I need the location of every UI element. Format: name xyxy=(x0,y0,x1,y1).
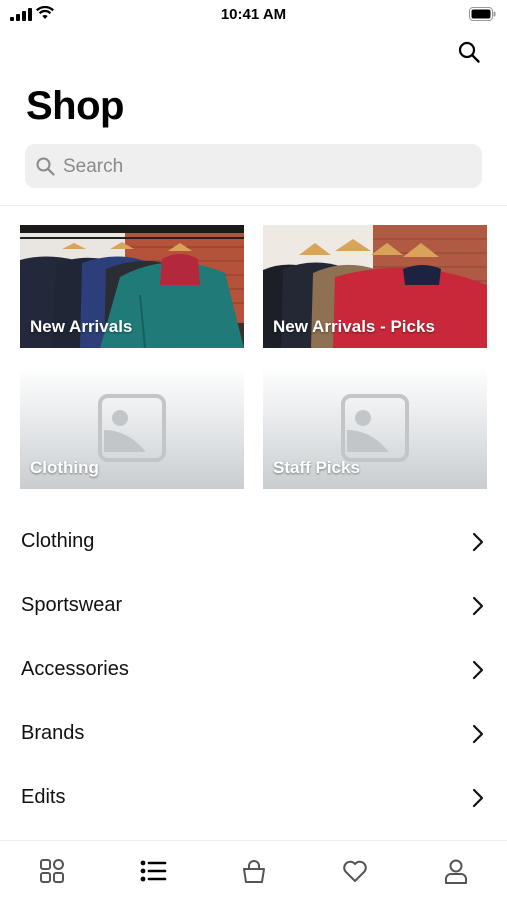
category-item-sportswear[interactable]: Sportswear xyxy=(0,574,507,638)
tile-label: Staff Picks xyxy=(273,458,360,477)
list-icon xyxy=(140,860,167,882)
search-placeholder: Search xyxy=(63,156,124,177)
category-label: Accessories xyxy=(21,658,129,680)
search-button[interactable] xyxy=(457,40,481,64)
tile-label: New Arrivals xyxy=(30,317,133,336)
chevron-right-icon xyxy=(472,660,484,680)
category-label: Sportswear xyxy=(21,594,123,616)
status-time: 10:41 AM xyxy=(220,6,287,23)
tab-favourites[interactable] xyxy=(341,857,369,885)
category-list: Clothing Sportswear Accessories Brands E… xyxy=(0,510,507,830)
category-label: Clothing xyxy=(21,530,95,552)
chevron-right-icon xyxy=(472,724,484,744)
tab-shop[interactable] xyxy=(139,857,167,885)
category-item-edits[interactable]: Edits xyxy=(0,766,507,830)
image-placeholder-icon xyxy=(341,394,409,462)
tab-bag[interactable] xyxy=(240,857,268,885)
tile-staff-picks[interactable]: Staff Picks xyxy=(263,366,487,489)
category-label: Brands xyxy=(21,722,85,744)
category-item-accessories[interactable]: Accessories xyxy=(0,638,507,702)
heart-icon xyxy=(343,860,367,882)
category-item-brands[interactable]: Brands xyxy=(0,702,507,766)
chevron-right-icon xyxy=(472,532,484,552)
search-icon xyxy=(36,157,55,176)
search-input[interactable]: Search xyxy=(25,144,482,188)
tile-label: New Arrivals - Picks xyxy=(273,317,435,336)
chevron-right-icon xyxy=(472,596,484,616)
tile-new-arrivals[interactable]: New Arrivals xyxy=(20,225,244,348)
chevron-right-icon xyxy=(472,788,484,808)
divider xyxy=(0,205,507,206)
image-placeholder-icon xyxy=(98,394,166,462)
tab-home[interactable] xyxy=(38,857,66,885)
tab-bar xyxy=(0,840,507,900)
status-bar: 10:41 AM xyxy=(0,0,507,30)
search-icon xyxy=(458,41,480,63)
profile-icon xyxy=(445,859,467,884)
category-item-clothing[interactable]: Clothing xyxy=(0,510,507,574)
page-title: Shop xyxy=(26,84,124,128)
bag-icon xyxy=(243,860,265,883)
tab-profile[interactable] xyxy=(442,857,470,885)
category-label: Edits xyxy=(21,786,66,808)
tile-label: Clothing xyxy=(30,458,99,477)
tile-new-arrivals-picks[interactable]: New Arrivals - Picks xyxy=(263,225,487,348)
tile-clothing[interactable]: Clothing xyxy=(20,366,244,489)
grid-icon xyxy=(40,859,64,883)
battery-icon xyxy=(469,7,496,21)
